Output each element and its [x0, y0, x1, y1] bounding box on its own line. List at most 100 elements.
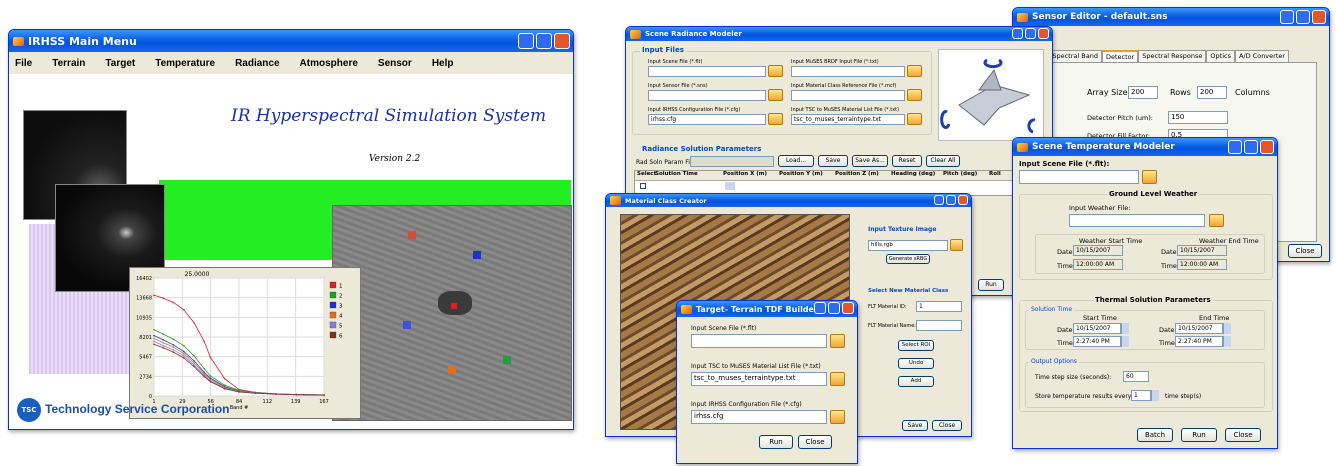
folder-icon[interactable]	[768, 89, 783, 101]
clear-all-button[interactable]: Clear All	[926, 155, 960, 167]
tdf-tsc-input[interactable]: tsc_to_muses_terraintype.txt	[691, 372, 827, 386]
flt-id-input[interactable]: 1	[916, 301, 962, 312]
material-close-button[interactable]: Close	[932, 420, 962, 431]
minimize-button[interactable]	[814, 302, 826, 314]
flt-name-input[interactable]	[916, 320, 962, 331]
folder-icon[interactable]	[907, 65, 922, 77]
select-roi-button[interactable]: Select ROI	[898, 340, 934, 351]
maximize-button[interactable]	[1244, 140, 1258, 154]
time-dropdown[interactable]	[725, 182, 735, 190]
legend-label: 1	[339, 284, 343, 290]
undo-button[interactable]: Undo	[898, 358, 934, 369]
mcf-file-input[interactable]	[791, 90, 905, 101]
sensor-close-button[interactable]: Close	[1288, 244, 1322, 258]
radiance-run-button[interactable]: Run	[978, 279, 1004, 291]
title-bar[interactable]: Scene Radiance Modeler	[626, 27, 1052, 41]
sol-start-time[interactable]: 2:27:40 PM	[1073, 336, 1121, 347]
close-button[interactable]	[1038, 28, 1049, 39]
select-checkbox[interactable]	[640, 183, 646, 189]
folder-icon[interactable]	[830, 372, 845, 386]
folder-icon[interactable]	[907, 89, 922, 101]
tdf-cfg-input[interactable]: irhss.cfg	[691, 410, 827, 424]
rows-input[interactable]: 200	[1197, 86, 1227, 99]
save-as-button[interactable]: Save As...	[852, 155, 888, 167]
maximize-button[interactable]	[536, 33, 552, 49]
menu-atmosphere[interactable]: Atmosphere	[300, 58, 358, 69]
menu-temperature[interactable]: Temperature	[155, 58, 215, 69]
array-size-input[interactable]: 200	[1128, 86, 1158, 99]
batch-button[interactable]: Batch	[1137, 428, 1173, 442]
brdf-file-input[interactable]	[791, 66, 905, 77]
close-button[interactable]	[1260, 140, 1274, 154]
spinner-icon[interactable]	[1121, 336, 1129, 347]
spinner-icon[interactable]	[1223, 336, 1231, 347]
title-bar[interactable]: Target- Terrain TDF Builder	[677, 301, 857, 317]
title-bar[interactable]: Sensor Editor - default.sns	[1013, 8, 1329, 26]
close-button[interactable]	[1312, 10, 1326, 24]
time-step-input[interactable]: 60	[1123, 371, 1149, 382]
folder-icon[interactable]	[907, 113, 922, 125]
store-interval-input[interactable]: 1	[1131, 390, 1151, 401]
menu-radiance[interactable]: Radiance	[235, 58, 279, 69]
rad-file-input[interactable]	[690, 156, 774, 167]
scene-file-input[interactable]	[648, 66, 766, 77]
tdf-run-button[interactable]: Run	[759, 435, 793, 449]
folder-icon[interactable]	[768, 65, 783, 77]
menu-terrain[interactable]: Terrain	[52, 58, 85, 69]
folder-icon[interactable]	[830, 334, 845, 348]
cfg-file-input[interactable]: irhss.cfg	[648, 114, 766, 125]
temp-scene-input[interactable]	[1019, 170, 1139, 184]
folder-icon[interactable]	[1142, 170, 1157, 184]
minimize-button[interactable]	[1228, 140, 1242, 154]
store-unit-label: time step(s)	[1165, 393, 1202, 400]
maximize-button[interactable]	[828, 302, 840, 314]
data-point	[172, 346, 175, 348]
sol-end-date[interactable]: 10/15/2007	[1175, 323, 1223, 334]
folder-icon[interactable]	[768, 113, 783, 125]
sol-start-date[interactable]: 10/15/2007	[1073, 323, 1121, 334]
menu-help[interactable]: Help	[432, 58, 454, 69]
folder-icon[interactable]	[1209, 214, 1224, 227]
sensor-file-input[interactable]	[648, 90, 766, 101]
menu-sensor[interactable]: Sensor	[378, 58, 412, 69]
tdf-close-button[interactable]: Close	[798, 435, 832, 449]
close-button[interactable]	[958, 195, 968, 205]
sol-end-time[interactable]: 2:27:40 PM	[1175, 336, 1223, 347]
folder-icon[interactable]	[950, 239, 963, 251]
params-title: Radiance Solution Parameters	[640, 145, 764, 153]
generate-srbg-button[interactable]: Generate sRBG	[886, 254, 930, 264]
temp-close-button[interactable]: Close	[1225, 428, 1261, 442]
col-pitch: Pitch (deg)	[943, 171, 978, 177]
texture-input[interactable]: hills.rgb	[868, 240, 948, 251]
data-point	[153, 343, 155, 346]
tdf-scene-input[interactable]	[691, 334, 827, 348]
chevron-down-icon[interactable]	[1223, 323, 1231, 334]
weather-file-input[interactable]	[1069, 214, 1205, 227]
title-bar[interactable]: Scene Temperature Modeler	[1013, 138, 1277, 156]
maximize-button[interactable]	[1296, 10, 1310, 24]
menu-file[interactable]: File	[15, 58, 32, 69]
load-button[interactable]: Load...	[778, 155, 814, 167]
temp-run-button[interactable]: Run	[1181, 428, 1217, 442]
minimize-button[interactable]	[518, 33, 534, 49]
tsc-file-input[interactable]: tsc_to_muses_terraintype.txt	[791, 114, 905, 125]
minimize-button[interactable]	[1012, 28, 1023, 39]
folder-icon[interactable]	[830, 410, 845, 424]
material-save-button[interactable]: Save	[902, 420, 928, 431]
menu-target[interactable]: Target	[105, 58, 135, 69]
title-bar[interactable]: Material Class Creator	[606, 194, 971, 207]
add-button[interactable]: Add	[898, 376, 934, 387]
maximize-button[interactable]	[946, 195, 956, 205]
close-button[interactable]	[842, 302, 854, 314]
detector-pitch-input[interactable]: 150	[1168, 111, 1228, 124]
reset-button[interactable]: Reset	[892, 155, 922, 167]
minimize-button[interactable]	[1280, 10, 1294, 24]
maximize-button[interactable]	[1025, 28, 1036, 39]
table-row[interactable]	[635, 181, 1045, 191]
chevron-down-icon[interactable]	[1121, 323, 1129, 334]
close-button[interactable]	[554, 33, 570, 49]
title-bar[interactable]: IRHSS Main Menu	[9, 30, 573, 52]
spinner-icon[interactable]	[1151, 390, 1159, 401]
minimize-button[interactable]	[934, 195, 944, 205]
save-button[interactable]: Save	[818, 155, 848, 167]
